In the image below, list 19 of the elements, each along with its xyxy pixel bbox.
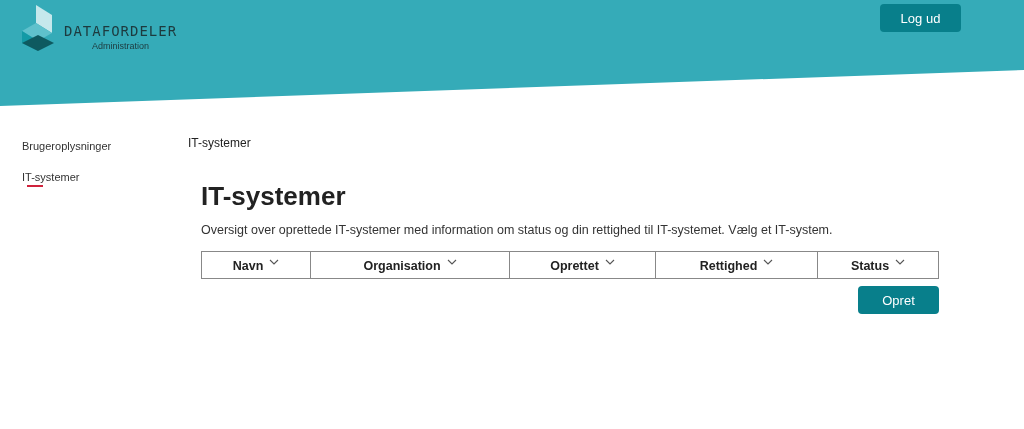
- page-description: Oversigt over oprettede IT-systemer med information om status og din rettighed til IT-systemet. Vælg et IT-system.: [201, 223, 834, 237]
- page-title: IT-systemer: [201, 180, 347, 212]
- breadcrumb[interactable]: IT-systemer: [188, 136, 1024, 150]
- chevron-down-icon: [446, 259, 457, 266]
- logo-icon: [22, 5, 54, 51]
- create-button[interactable]: Opret: [858, 286, 939, 314]
- column-header[interactable]: Rettighed: [655, 251, 818, 279]
- logo-subtitle: Administration: [92, 41, 150, 51]
- sidebar-item[interactable]: Brugeroplysninger: [22, 139, 188, 154]
- column-header[interactable]: Status: [817, 251, 939, 279]
- chevron-down-icon: [895, 259, 906, 266]
- logo-name: DATAFORDELER: [64, 23, 178, 39]
- chevron-down-icon: [604, 259, 615, 266]
- column-header[interactable]: Oprettet: [509, 251, 656, 279]
- chevron-down-icon: [269, 259, 280, 266]
- column-header[interactable]: Navn: [201, 251, 311, 279]
- chevron-down-icon: [763, 259, 774, 266]
- logout-button[interactable]: Log ud: [880, 4, 961, 32]
- column-header[interactable]: Organisation: [310, 251, 510, 279]
